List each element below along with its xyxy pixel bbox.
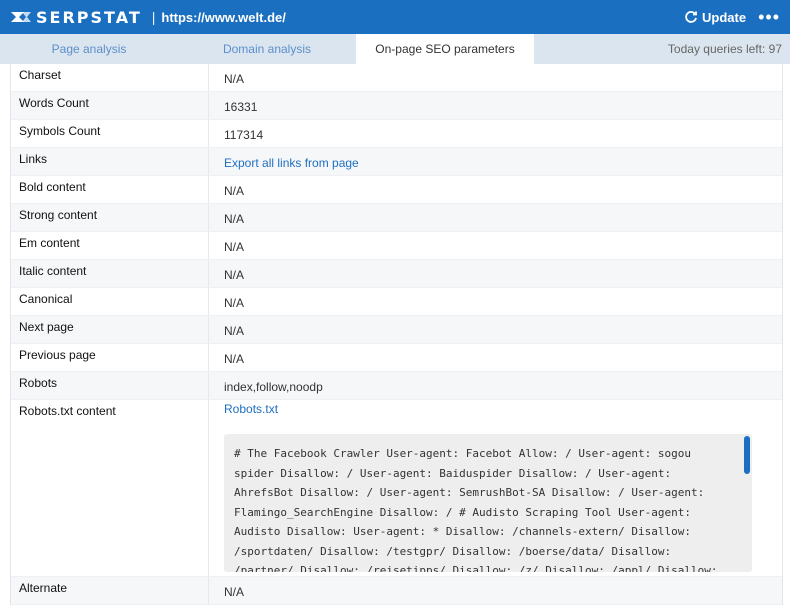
robots-txt-link[interactable]: Robots.txt [224,402,278,416]
param-value: index,follow,noodp [224,379,323,394]
analyzed-url: https://www.welt.de/ [161,9,286,25]
param-name: Links [11,148,209,175]
table-row: Links Export all links from page [11,148,782,176]
table-row: Em content N/A [11,232,782,260]
header-actions: Update ••• [684,8,780,26]
table-row: Canonical N/A [11,288,782,316]
serpstat-logo[interactable]: SERPSTAT [10,8,142,27]
param-name: Alternate [11,577,209,604]
param-value: N/A [224,351,245,366]
param-value: N/A [224,584,245,599]
param-value-cell: Export all links from page [209,148,782,175]
table-row: Next page N/A [11,316,782,344]
table-row: Symbols Count 117314 [11,120,782,148]
brand-name: SERPSTAT [36,7,142,27]
tab-bar: Page analysis Domain analysis On-page SE… [0,34,790,64]
table-row: Bold content N/A [11,176,782,204]
update-label: Update [702,9,747,25]
param-name: Strong content [11,204,209,231]
param-name: Symbols Count [11,120,209,147]
app-header: SERPSTAT | https://www.welt.de/ Update •… [0,0,790,34]
param-value: 117314 [224,127,264,142]
param-value: N/A [224,267,245,282]
param-name: Robots.txt content [11,400,209,576]
export-links-link[interactable]: Export all links from page [224,156,359,170]
param-name: Charset [11,64,209,91]
param-value: N/A [224,239,245,254]
robots-txt-text: # The Facebook Crawler User-agent: Faceb… [234,447,718,572]
tab-domain-analysis[interactable]: Domain analysis [178,34,356,64]
param-value-cell: Robots.txt # The Facebook Crawler User-a… [209,400,782,576]
update-button[interactable]: Update [684,10,746,25]
table-row: Previous page N/A [11,344,782,372]
param-name: Robots [11,372,209,399]
tab-onpage-seo[interactable]: On-page SEO parameters [356,34,534,64]
scrollbar-thumb[interactable] [744,436,750,474]
tab-page-analysis[interactable]: Page analysis [0,34,178,64]
param-value: N/A [224,323,245,338]
table-row: Strong content N/A [11,204,782,232]
param-value: 16331 [224,99,258,114]
table-row: Alternate N/A [11,577,782,605]
param-name: Words Count [11,92,209,119]
param-value: N/A [224,183,245,198]
seo-parameters-table: Charset N/A Words Count 16331 Symbols Co… [10,64,783,605]
table-row: Italic content N/A [11,260,782,288]
param-name: Canonical [11,288,209,315]
refresh-icon [685,11,697,23]
param-name: Next page [11,316,209,343]
param-name: Bold content [11,176,209,203]
param-name: Previous page [11,344,209,371]
param-value: N/A [224,71,245,86]
more-options-icon[interactable]: ••• [758,8,780,26]
param-value: N/A [224,211,245,226]
table-row: Robots.txt content Robots.txt # The Face… [11,400,782,577]
param-value: N/A [224,295,245,310]
table-row: Words Count 16331 [11,92,782,120]
table-row: Robots index,follow,noodp [11,372,782,400]
queries-left-counter: Today queries left: 97 [667,42,782,56]
param-name: Em content [11,232,209,259]
header-separator: | [151,9,156,25]
table-row: Charset N/A [11,64,782,92]
serpstat-logo-icon [11,12,31,22]
param-name: Italic content [11,260,209,287]
robots-txt-content-box[interactable]: # The Facebook Crawler User-agent: Faceb… [224,434,752,572]
